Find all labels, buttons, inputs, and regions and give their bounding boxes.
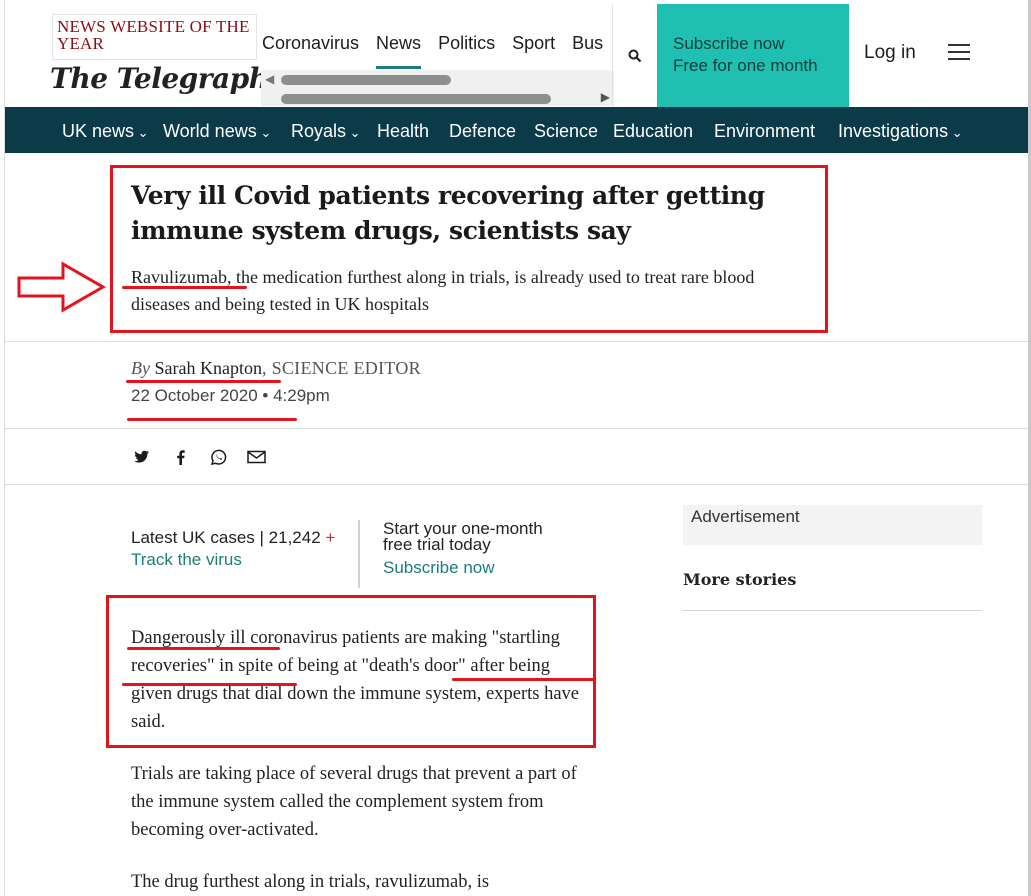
secnav-health[interactable]: Health <box>377 121 429 142</box>
search-icon <box>628 49 642 62</box>
secnav-world-news[interactable]: World news ⌄ <box>163 121 271 142</box>
secnav-environment[interactable]: Environment <box>714 121 815 142</box>
secnav-label: Investigations <box>838 121 949 141</box>
topnav-sport[interactable]: Sport <box>512 33 555 54</box>
secnav-defence[interactable]: Defence <box>449 121 516 142</box>
annotation-underline <box>122 286 247 289</box>
more-stories-divider <box>683 610 982 611</box>
secnav-uk-news[interactable]: UK news ⌄ <box>62 121 149 142</box>
latest-cases-plus: + <box>325 528 336 547</box>
subscribe-line-2: Free for one month <box>673 56 818 75</box>
chevron-down-icon: ⌄ <box>134 125 149 140</box>
annotation-underline <box>126 380 281 383</box>
top-nav: Coronavirus News Politics Sport Bus <box>256 25 614 71</box>
secnav-science[interactable]: Science <box>534 121 598 142</box>
facebook-icon[interactable] <box>170 447 190 467</box>
nav-scrollbars[interactable]: ◀ ▶ <box>261 70 614 106</box>
article-paragraph: Trials are taking place of several drugs… <box>131 764 577 840</box>
topnav-coronavirus[interactable]: Coronavirus <box>262 33 359 54</box>
more-stories-heading: More stories <box>683 570 797 589</box>
trial-subscribe-link[interactable]: Subscribe now <box>383 559 543 576</box>
divider <box>5 428 1028 429</box>
annotation-box-headline <box>110 165 828 333</box>
secnav-royals[interactable]: Royals ⌄ <box>291 121 361 142</box>
dot-separator: • <box>262 386 274 405</box>
chevron-down-icon: ⌄ <box>948 125 963 140</box>
award-badge: NEWS WEBSITE OF THE YEAR <box>52 14 257 60</box>
divider <box>5 341 1028 342</box>
whatsapp-icon[interactable] <box>208 447 228 467</box>
track-virus-link[interactable]: Track the virus <box>131 549 335 571</box>
widget-divider <box>358 520 360 588</box>
scroll-right-icon[interactable]: ▶ <box>601 90 610 104</box>
byline: By Sarah Knapton, SCIENCE EDITOR <box>131 358 421 379</box>
author-link[interactable]: Sarah Knapton <box>154 358 261 378</box>
article-paragraph: The drug furthest along in trials, ravul… <box>131 872 490 892</box>
topnav-politics[interactable]: Politics <box>438 33 495 54</box>
scroll-thumb-2[interactable] <box>281 94 551 104</box>
chevron-down-icon: ⌄ <box>256 125 272 140</box>
byline-by: By <box>131 358 150 378</box>
section-nav: UK news ⌄ World news ⌄ Royals ⌄ Health D… <box>5 107 1028 153</box>
scroll-thumb-1[interactable] <box>281 75 451 85</box>
dateline: 22 October 2020 • 4:29pm <box>131 386 330 406</box>
telegraph-logo[interactable]: The Telegraph <box>50 62 269 95</box>
menu-icon[interactable] <box>948 44 970 62</box>
annotation-underline <box>127 418 297 421</box>
publish-time: 4:29pm <box>273 386 330 405</box>
subscribe-button[interactable]: Subscribe now Free for one month <box>657 4 849 107</box>
secnav-label: UK news <box>62 121 135 141</box>
annotation-arrow-icon <box>17 261 107 313</box>
trial-promo: Start your one-month free trial today Su… <box>383 520 543 576</box>
latest-cases-count: 21,242 <box>268 528 321 547</box>
divider <box>5 484 1028 485</box>
topnav-news[interactable]: News <box>376 33 422 69</box>
latest-cases-label: Latest UK cases <box>131 528 255 547</box>
secnav-investigations[interactable]: Investigations ⌄ <box>838 121 963 142</box>
advertisement-slot: Advertisement <box>683 505 982 545</box>
topnav-business[interactable]: Bus <box>572 33 603 54</box>
annotation-underline <box>452 678 596 681</box>
annotation-box-paragraph <box>106 595 596 748</box>
annotation-underline <box>127 647 280 650</box>
author-role: , SCIENCE EDITOR <box>261 358 421 378</box>
login-link[interactable]: Log in <box>864 42 916 64</box>
publish-date: 22 October 2020 <box>131 386 258 405</box>
search-button[interactable] <box>613 4 657 107</box>
secnav-education[interactable]: Education <box>613 121 693 142</box>
latest-cases-widget: Latest UK cases | 21,242 + Track the vir… <box>131 528 336 571</box>
subscribe-line-1: Subscribe now <box>673 34 785 53</box>
twitter-icon[interactable] <box>132 447 152 467</box>
chevron-down-icon: ⌄ <box>346 125 361 140</box>
secnav-label: World news <box>163 121 257 141</box>
secnav-label: Royals <box>291 121 347 141</box>
trial-line-2: free trial today <box>383 535 491 554</box>
annotation-underline <box>122 683 297 686</box>
email-icon[interactable] <box>246 447 266 467</box>
scroll-left-icon[interactable]: ◀ <box>265 72 274 86</box>
share-bar <box>132 447 284 467</box>
